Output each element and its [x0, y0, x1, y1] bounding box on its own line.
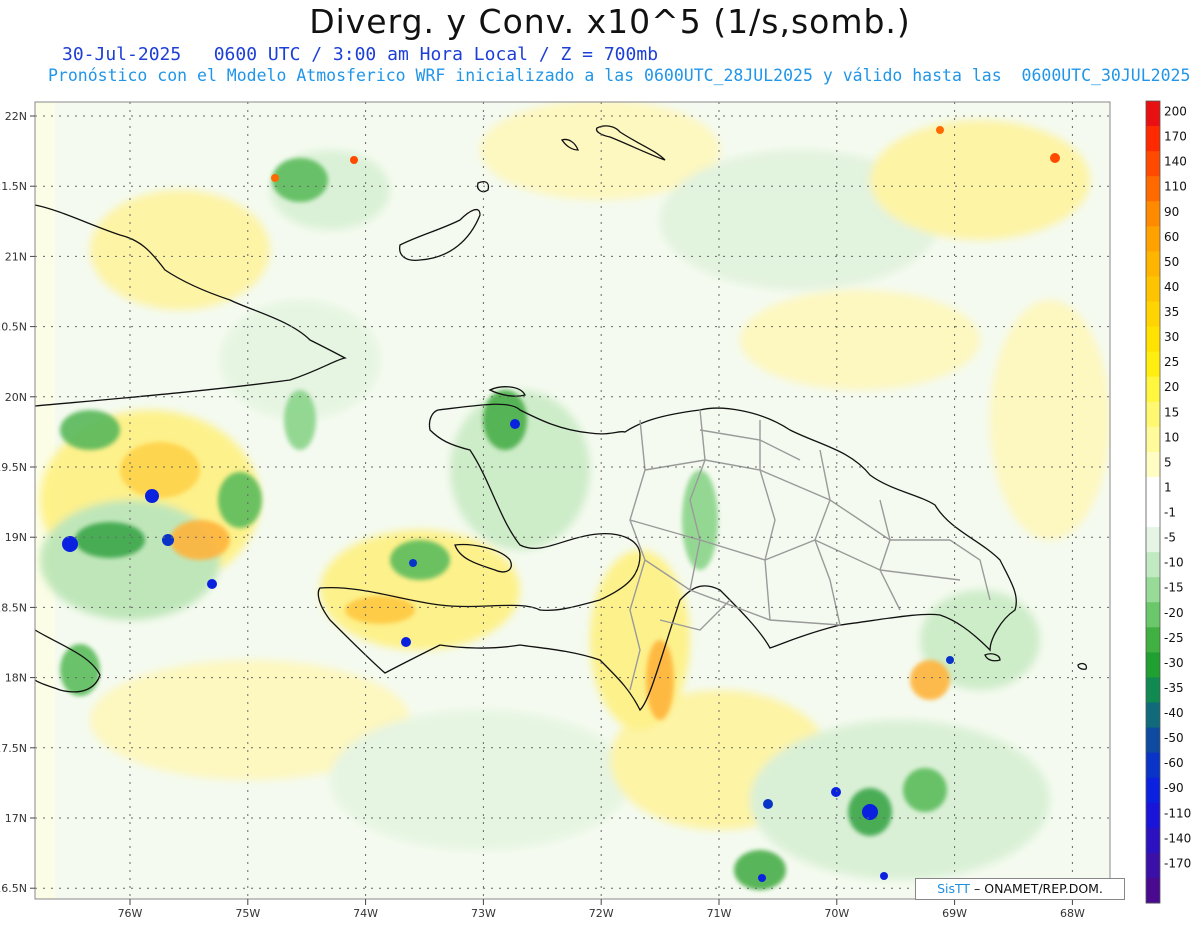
- colorbar-swatch: [1146, 702, 1160, 729]
- colorbar-swatch: [1146, 376, 1160, 403]
- latitude-label: 22N: [5, 110, 27, 123]
- colorbar-label: 10: [1164, 430, 1179, 444]
- colorbar-swatch: [1146, 652, 1160, 678]
- colorbar-label: 5: [1164, 455, 1172, 469]
- latitude-label: 18.5N: [0, 601, 27, 614]
- colorbar-swatch: [1146, 802, 1160, 829]
- colorbar-swatch: [1146, 426, 1160, 453]
- colorbar-label: -10: [1164, 556, 1184, 570]
- colorbar-swatch: [1146, 151, 1160, 177]
- colorbar-swatch: [1146, 226, 1160, 252]
- colorbar-swatch: [1146, 326, 1160, 353]
- longitude-label: 72W: [589, 907, 614, 920]
- colorbar-swatch: [1146, 602, 1160, 628]
- colorbar-label: 20: [1164, 380, 1179, 394]
- longitude-label: 69W: [942, 907, 967, 920]
- credit-box: SisTT – ONAMET/REP.DOM.: [915, 878, 1125, 900]
- colorbar-swatch: [1146, 276, 1160, 302]
- colorbar-label: 60: [1164, 230, 1179, 244]
- latitude-label: 18N: [5, 672, 27, 685]
- latitude-label: 19.5N: [0, 461, 27, 474]
- colorbar-swatch: [1146, 201, 1160, 227]
- colorbar-label: 30: [1164, 330, 1179, 344]
- colorbar-swatch: [1146, 552, 1160, 578]
- colorbar-label: -5: [1164, 531, 1176, 545]
- longitude-label: 68W: [1060, 907, 1085, 920]
- colorbar-swatch: [1146, 677, 1160, 703]
- colorbar-label: 15: [1164, 405, 1179, 419]
- colorbar-swatch: [1146, 627, 1160, 653]
- colorbar-swatch: [1146, 827, 1160, 854]
- latitude-label: 20N: [5, 391, 27, 404]
- sistt-logo: SisTT: [937, 881, 971, 896]
- colorbar-swatch: [1146, 777, 1160, 804]
- longitude-label: 74W: [353, 907, 378, 920]
- colorbar-label: -140: [1164, 831, 1191, 845]
- colorbar-label: -170: [1164, 856, 1191, 870]
- colorbar: 200 170 140 110 90 60 50 40 35 30 25 20 15 10 5 1 -1 -5 -1…: [1145, 100, 1191, 904]
- colorbar-swatch: [1146, 877, 1160, 904]
- forecast-map-figure: Diverg. y Conv. x10^5 (1/s,somb.) 30-Jul…: [0, 0, 1200, 927]
- colorbar-label: -1: [1164, 506, 1176, 520]
- map-canvas: 22N 21.5N 21N 20.5N 20N 19.5N 19N 18.5N 18N 17.5N…: [0, 100, 1191, 920]
- colorbar-swatch: [1146, 527, 1160, 553]
- latitude-label: 16.5N: [0, 882, 27, 895]
- colorbar-swatch: [1146, 126, 1160, 152]
- colorbar-swatch: [1146, 101, 1160, 127]
- colorbar-label: 140: [1164, 155, 1187, 169]
- longitude-label: 70W: [824, 907, 849, 920]
- latitude-label: 21N: [5, 250, 27, 263]
- colorbar-swatch: [1146, 351, 1160, 378]
- colorbar-swatch: [1146, 852, 1160, 879]
- colorbar-label: -110: [1164, 806, 1191, 820]
- colorbar-label: 200: [1164, 105, 1187, 119]
- latitude-label: 17.5N: [0, 742, 27, 755]
- credit-text: – ONAMET/REP.DOM.: [974, 881, 1103, 896]
- colorbar-swatch: [1146, 577, 1160, 603]
- latitude-label: 17N: [5, 812, 27, 825]
- colorbar-label: -40: [1164, 706, 1184, 720]
- longitude-label: 76W: [118, 907, 143, 920]
- latitude-label: 21.5N: [0, 180, 27, 193]
- colorbar-swatch: [1146, 476, 1160, 503]
- colorbar-label: 35: [1164, 305, 1179, 319]
- colorbar-label: -25: [1164, 631, 1184, 645]
- colorbar-label: 110: [1164, 180, 1187, 194]
- colorbar-label: 50: [1164, 255, 1179, 269]
- longitude-label: 75W: [235, 907, 260, 920]
- colorbar-swatch: [1146, 451, 1160, 478]
- colorbar-label: -50: [1164, 731, 1184, 745]
- colorbar-swatch: [1146, 727, 1160, 754]
- colorbar-swatch: [1146, 752, 1160, 779]
- latitude-label: 20.5N: [0, 321, 27, 334]
- colorbar-label: 25: [1164, 355, 1179, 369]
- colorbar-label: -60: [1164, 756, 1184, 770]
- colorbar-swatch: [1146, 401, 1160, 428]
- colorbar-swatch: [1146, 502, 1160, 528]
- colorbar-label: -35: [1164, 681, 1184, 695]
- colorbar-label: 170: [1164, 130, 1187, 144]
- colorbar-label: 90: [1164, 205, 1179, 219]
- colorbar-label: 1: [1164, 480, 1172, 494]
- latitude-label: 19N: [5, 531, 27, 544]
- longitude-label: 73W: [471, 907, 496, 920]
- colorbar-label: -20: [1164, 606, 1184, 620]
- colorbar-swatch: [1146, 176, 1160, 202]
- longitude-label: 71W: [707, 907, 732, 920]
- colorbar-swatch: [1146, 251, 1160, 277]
- colorbar-label: -15: [1164, 581, 1184, 595]
- colorbar-label: -90: [1164, 781, 1184, 795]
- colorbar-label: 40: [1164, 280, 1179, 294]
- colorbar-swatch: [1146, 301, 1160, 328]
- colorbar-label: -30: [1164, 656, 1184, 670]
